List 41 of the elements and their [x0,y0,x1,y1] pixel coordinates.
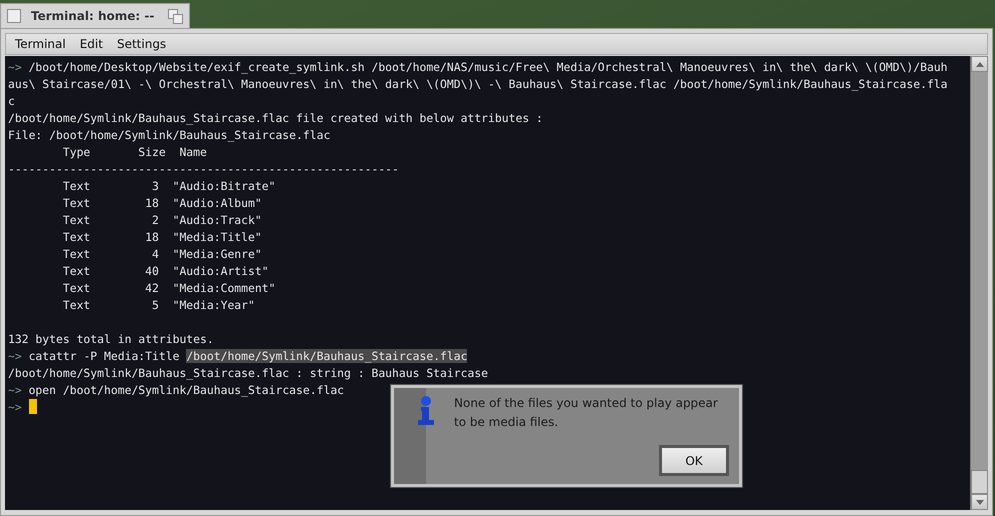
terminal-output-line: Text 4 "Media:Genre" [62,247,262,261]
info-icon [418,396,434,425]
prompt-symbol: ~> [8,400,22,414]
selected-text: /boot/home/Symlink/Bauhaus_Staircase.flac [186,349,468,363]
window-tab[interactable]: Terminal: home: -- [0,3,190,28]
terminal-output-line: /boot/home/Symlink/Bauhaus_Staircase.flac file created with below attributes : [8,111,543,125]
terminal-output-line: Type Size Name [62,145,207,159]
caret-down-icon [976,500,984,504]
caret-up-icon [976,62,984,66]
close-icon[interactable] [7,9,21,23]
terminal-output-line: Text 5 "Media:Year" [62,298,255,312]
scroll-down-button[interactable] [971,494,988,510]
prompt-symbol: ~> [8,60,22,74]
terminal-output-line: Text 2 "Audio:Track" [62,213,262,227]
dialog-message: None of the files you wanted to play appear to be media files. [454,395,719,431]
terminal-output-line: Text 42 "Media:Comment" [62,281,276,295]
command-text: open /boot/home/Symlink/Bauhaus_Staircase.flac [28,383,344,397]
scroll-up-button[interactable] [971,56,988,72]
window-title: Terminal: home: -- [31,9,156,23]
ok-button[interactable]: OK [659,445,729,476]
scroll-thumb[interactable] [971,470,988,494]
command-text: catattr -P Media:Title [28,349,180,363]
menu-item[interactable]: Terminal [8,37,73,51]
menu-item[interactable]: Edit [72,37,110,51]
command-text: /boot/home/Desktop/Website/exif_create_symlink.sh /boot/home/NAS/music/Free\ Media/Orchestral\ Manoeuvres\ in\ the\ dark\ \(OMD\)/Bauh [28,60,948,74]
terminal-output-line: aus\ Staircase/01\ -\ Orchestral\ Manoeuvres\ in\ the\ dark\ \(OMD\)\ -\ Bauhaus\ Staircase.flac /boot/home/Symlink/Bauhaus_Staircase.fla [8,77,948,91]
terminal-output-line: Text 3 "Audio:Bitrate" [62,179,276,193]
terminal-output-line: Text 18 "Media:Title" [62,230,262,244]
terminal-output-line: /boot/home/Symlink/Bauhaus_Staircase.flac : string : Bauhaus Staircase [8,366,488,380]
zoom-icon[interactable] [168,8,183,24]
scrollbar[interactable] [970,56,988,510]
terminal-output-line: Text 40 "Audio:Artist" [62,264,269,278]
menu-item[interactable]: Settings [110,37,174,51]
terminal-area[interactable] [5,56,970,510]
terminal-output-line: 132 bytes total in attributes. [8,332,214,346]
terminal-output-line: c [8,94,15,108]
prompt-symbol: ~> [8,349,22,363]
prompt-symbol: ~> [8,383,22,397]
terminal-output-line: --------------------------------------------------------- [8,162,399,176]
terminal-output-line: File: /boot/home/Symlink/Bauhaus_Staircase.flac [8,128,330,142]
terminal-output-line: Text 18 "Audio:Album" [62,196,262,210]
